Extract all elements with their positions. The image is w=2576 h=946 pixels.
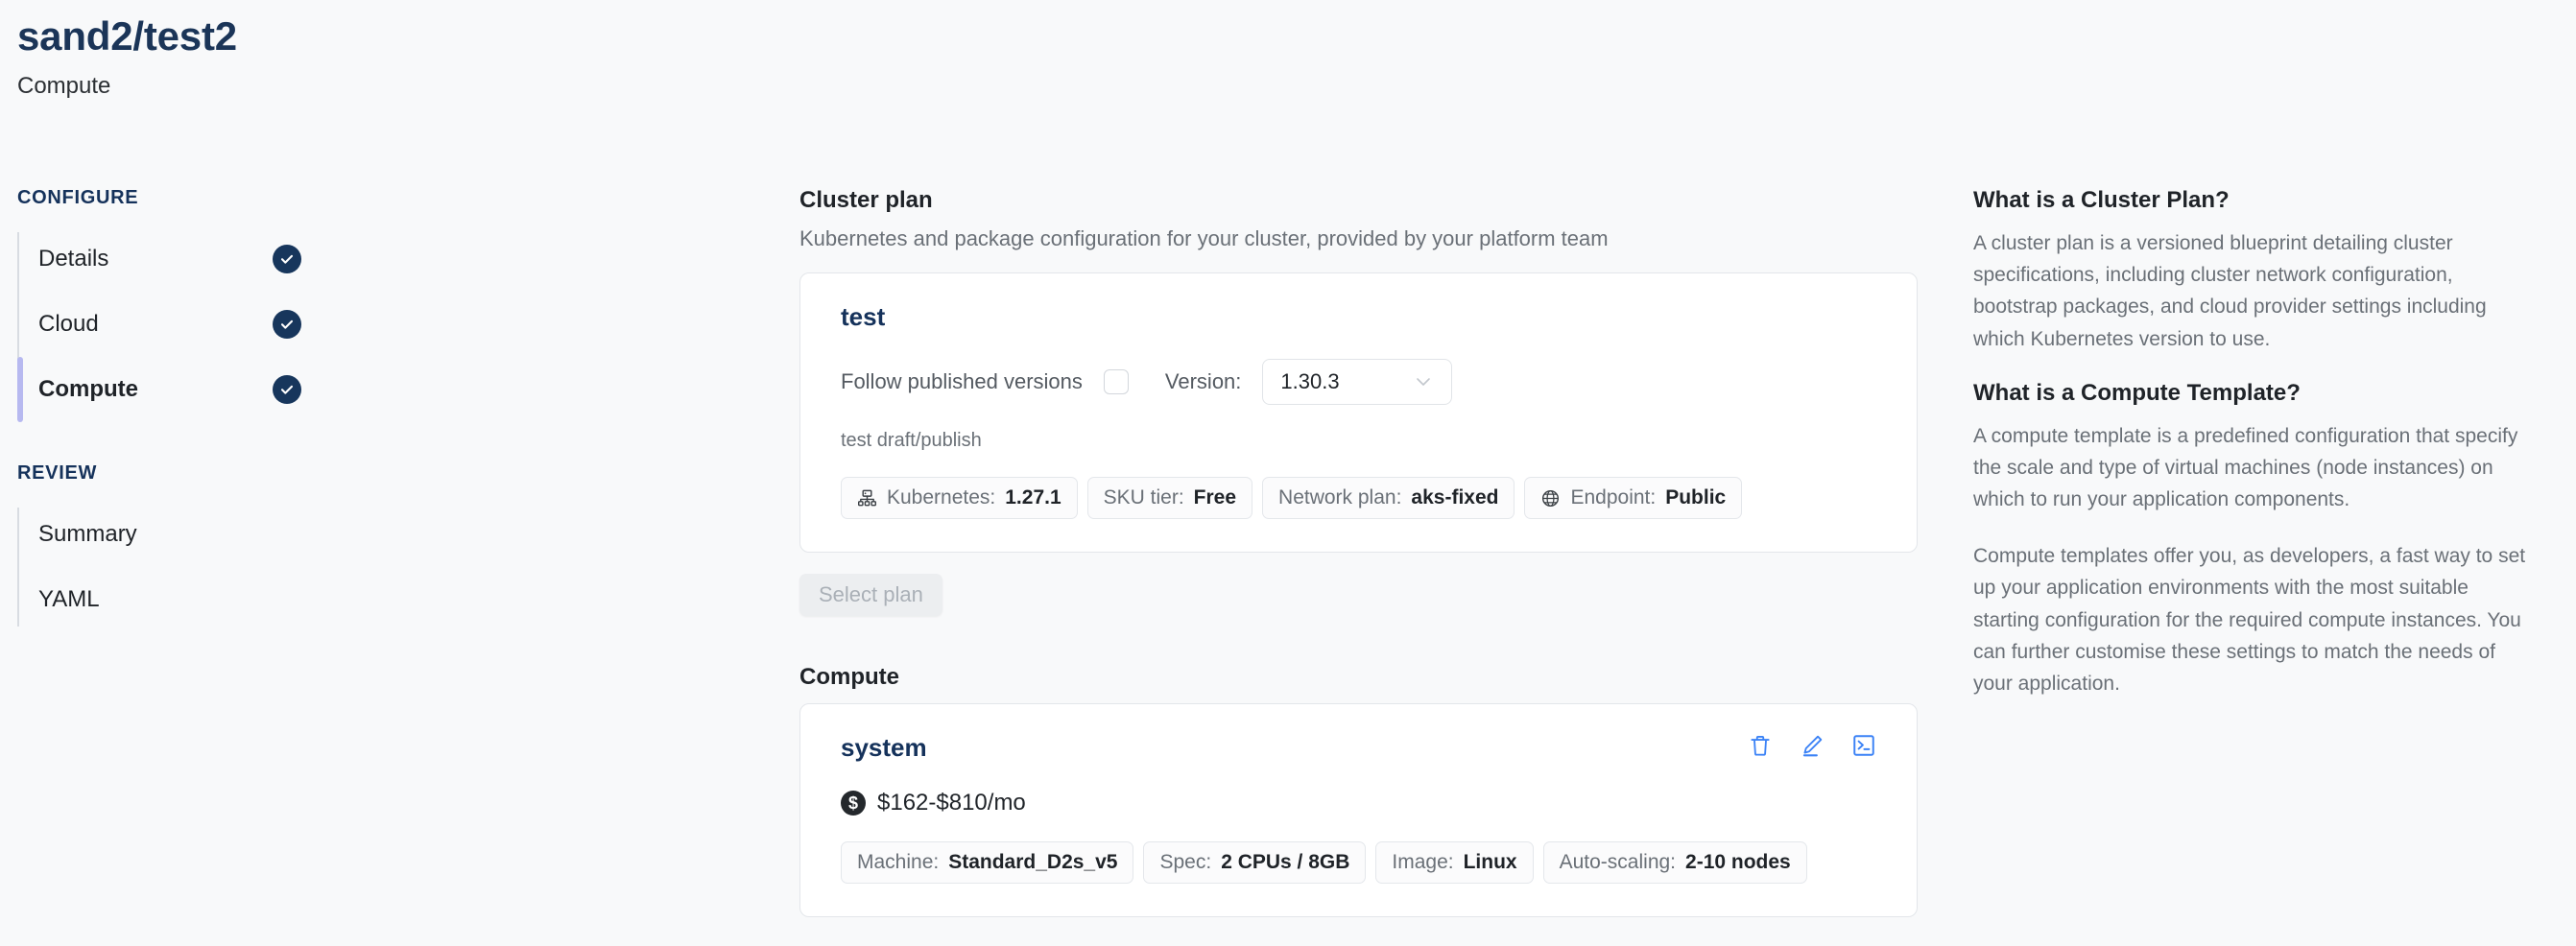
active-marker — [17, 292, 23, 357]
help-panel: What is a Cluster Plan? A cluster plan i… — [1973, 187, 2530, 724]
pill-value: Standard_D2s_v5 — [948, 851, 1118, 873]
pill-value: aks-fixed — [1411, 486, 1499, 508]
sidebar-item-details[interactable]: Details — [38, 226, 363, 292]
cluster-plan-draft-status: test draft/publish — [841, 430, 982, 451]
compute-price: $162-$810/mo — [877, 790, 1026, 816]
compute-configuration-page: sand2/test2 Compute CONFIGURE Details Cl… — [0, 0, 2576, 946]
delete-icon[interactable] — [1748, 733, 1773, 758]
pill-key: Image: — [1392, 851, 1454, 873]
sidebar-group-review: Summary YAML — [17, 502, 363, 632]
sidebar-item-label: Compute — [38, 376, 138, 402]
sidebar-item-cloud[interactable]: Cloud — [38, 292, 363, 357]
compute-card-header: system — [841, 733, 1876, 763]
terminal-icon[interactable] — [1851, 733, 1876, 758]
check-icon — [273, 245, 301, 273]
dollar-coin-icon: $ — [841, 791, 866, 816]
check-icon — [273, 375, 301, 404]
sidebar-item-label: Details — [38, 246, 109, 272]
compute-template-card: system $ $162-$810/mo Machine: Standard_… — [799, 703, 1918, 917]
pill-value: 2-10 nodes — [1685, 851, 1791, 873]
chevron-down-icon — [1413, 371, 1434, 392]
pill-key: Machine: — [857, 851, 940, 873]
active-marker — [17, 226, 23, 292]
sidebar-item-compute[interactable]: Compute — [17, 357, 363, 422]
help-heading-cluster-plan: What is a Cluster Plan? — [1973, 187, 2230, 213]
select-plan-button[interactable]: Select plan — [799, 574, 942, 616]
pill-endpoint: Endpoint: Public — [1524, 477, 1743, 519]
sidebar-item-label: Cloud — [38, 311, 99, 337]
pill-key: Network plan: — [1278, 486, 1402, 508]
pill-sku-tier: SKU tier: Free — [1086, 477, 1253, 519]
follow-published-versions-checkbox[interactable] — [1103, 369, 1129, 394]
cluster-plan-section-description: Kubernetes and package configuration for… — [799, 226, 1609, 250]
pill-image: Image: Linux — [1375, 841, 1534, 884]
page-title: sand2/test2 — [17, 13, 237, 59]
page-subtitle: Compute — [17, 73, 111, 100]
edit-icon[interactable] — [1800, 733, 1825, 758]
pill-auto-scaling: Auto-scaling: 2-10 nodes — [1542, 841, 1807, 884]
help-text-compute-template-2: Compute templates offer you, as develope… — [1973, 545, 2526, 695]
pill-key: Spec: — [1159, 851, 1212, 873]
compute-section-title: Compute — [799, 664, 899, 690]
globe-icon — [1540, 488, 1561, 508]
pill-value: 1.27.1 — [1005, 486, 1061, 508]
compute-template-name: system — [841, 733, 927, 762]
sidebar-item-yaml[interactable]: YAML — [38, 567, 363, 632]
pill-value: Public — [1665, 486, 1727, 508]
version-select[interactable]: 1.30.3 — [1262, 359, 1453, 405]
cluster-plan-section-title: Cluster plan — [799, 187, 933, 213]
pill-key: Endpoint: — [1570, 486, 1657, 508]
pill-key: SKU tier: — [1103, 486, 1184, 508]
help-text-compute-template-1: A compute template is a predefined confi… — [1973, 424, 2518, 511]
sidebar-group-label-review: REVIEW — [17, 462, 98, 484]
version-controls-row: Follow published versions Version: 1.30.… — [841, 359, 1876, 405]
version-label: Version: — [1164, 369, 1242, 393]
pill-network-plan: Network plan: aks-fixed — [1262, 477, 1515, 519]
compute-price-row: $ $162-$810/mo — [841, 790, 1876, 816]
main-content: Cluster plan Kubernetes and package conf… — [799, 187, 1918, 917]
pill-machine: Machine: Standard_D2s_v5 — [841, 841, 1134, 884]
sidebar-item-label: Summary — [38, 521, 137, 547]
active-marker — [17, 357, 23, 422]
pill-kubernetes: Kubernetes: 1.27.1 — [841, 477, 1078, 519]
cluster-plan-attribute-pills: Kubernetes: 1.27.1 SKU tier: Free Networ… — [841, 477, 1876, 519]
pill-key: Kubernetes: — [887, 486, 996, 508]
active-marker — [17, 502, 23, 567]
sidebar-group-label-configure: CONFIGURE — [17, 187, 139, 208]
sidebar-group-configure: Details Cloud Compute — [17, 226, 363, 422]
pill-value: Linux — [1463, 851, 1517, 873]
sidebar-item-summary[interactable]: Summary — [38, 502, 363, 567]
pill-value: Free — [1193, 486, 1237, 508]
sitemap-icon — [857, 488, 877, 508]
help-text-cluster-plan: A cluster plan is a versioned blueprint … — [1973, 232, 2487, 350]
active-marker — [17, 567, 23, 632]
compute-card-actions — [1748, 733, 1876, 758]
page-header: sand2/test2 Compute — [17, 13, 237, 100]
cluster-plan-card: test Follow published versions Version: … — [799, 272, 1918, 553]
pill-key: Auto-scaling: — [1559, 851, 1677, 873]
version-select-value: 1.30.3 — [1280, 369, 1340, 393]
compute-attribute-pills: Machine: Standard_D2s_v5 Spec: 2 CPUs / … — [841, 841, 1876, 884]
pill-spec: Spec: 2 CPUs / 8GB — [1143, 841, 1367, 884]
follow-published-versions-label: Follow published versions — [841, 369, 1083, 393]
pill-value: 2 CPUs / 8GB — [1221, 851, 1350, 873]
sidebar-item-label: YAML — [38, 586, 100, 612]
cluster-plan-name: test — [841, 302, 886, 331]
check-icon — [273, 310, 301, 339]
help-heading-compute-template: What is a Compute Template? — [1973, 379, 2301, 406]
wizard-sidebar: CONFIGURE Details Cloud Compute REVIEW S… — [17, 187, 363, 673]
